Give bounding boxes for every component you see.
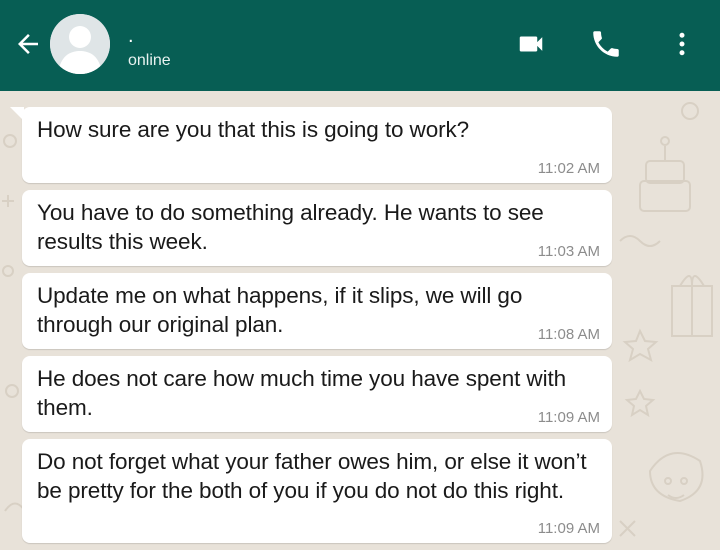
message-timestamp: 11:03 AM [537, 243, 600, 260]
message-timestamp: 11:09 AM [537, 520, 600, 537]
more-vert-icon [679, 32, 685, 56]
message-text: He does not care how much time you have … [37, 366, 567, 420]
message-timestamp: 11:09 AM [537, 409, 600, 426]
message-bubble[interactable]: You have to do something already. He wan… [22, 190, 612, 266]
bubble-tail [10, 107, 24, 121]
contact-name[interactable]: . [128, 26, 134, 46]
message-text: Update me on what happens, if it slips, … [37, 283, 523, 337]
message-text: How sure are you that this is going to w… [37, 117, 470, 142]
message-text: Do not forget what your father owes him,… [37, 449, 587, 503]
message-bubble[interactable]: Update me on what happens, if it slips, … [22, 273, 612, 349]
arrow-left-icon [18, 34, 38, 54]
video-call-icon [519, 36, 543, 52]
message-bubble[interactable]: Do not forget what your father owes him,… [22, 439, 612, 543]
message-timestamp: 11:02 AM [537, 160, 600, 177]
message-timestamp: 11:08 AM [537, 326, 600, 343]
chat-area[interactable]: How sure are you that this is going to w… [0, 91, 720, 550]
video-call-button[interactable] [510, 26, 552, 62]
back-button[interactable] [10, 26, 46, 62]
phone-icon [593, 31, 619, 57]
message-bubble[interactable]: How sure are you that this is going to w… [10, 107, 612, 183]
voice-call-button[interactable] [586, 24, 626, 64]
chat-header: . online [0, 0, 720, 91]
message-bubble[interactable]: He does not care how much time you have … [22, 356, 612, 432]
avatar[interactable] [50, 14, 110, 74]
more-options-button[interactable] [664, 24, 700, 64]
message-text: You have to do something already. He wan… [37, 200, 544, 254]
default-avatar-icon [50, 14, 110, 74]
contact-status: online [128, 52, 171, 69]
